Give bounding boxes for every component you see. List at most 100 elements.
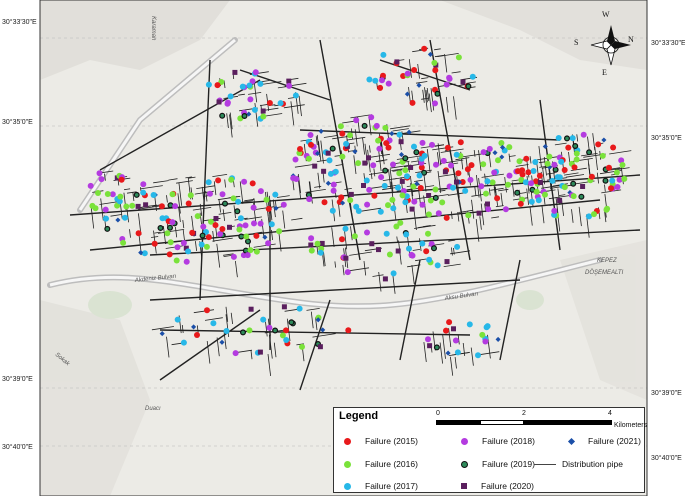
failure-marker [551, 207, 558, 214]
failure-marker [348, 191, 354, 197]
failure-marker [604, 205, 611, 212]
failure-marker [396, 131, 403, 138]
failure-marker [329, 145, 336, 152]
scale-segment [436, 420, 480, 425]
failure-marker [376, 145, 383, 152]
failure-marker [423, 248, 430, 255]
failure-marker [506, 172, 513, 179]
failure-marker [344, 269, 351, 276]
failure-marker [366, 155, 371, 161]
coord-label: 30°39'0"E [2, 375, 33, 383]
failure-marker [614, 184, 621, 190]
failure-marker [485, 206, 492, 213]
failure-marker [272, 191, 279, 198]
failure-marker [377, 208, 384, 215]
failure-marker [426, 256, 433, 263]
failure-marker [371, 192, 378, 199]
failure-marker [404, 173, 410, 180]
legend-label: Failure (2018) [482, 436, 535, 446]
failure-marker [572, 143, 579, 150]
legend-item: Failure (2021) [567, 436, 641, 446]
coord-label: 30°40'0"E [651, 454, 682, 462]
failure-marker [257, 188, 264, 195]
legend-label: Failure (2020) [481, 481, 534, 491]
failure-marker [551, 161, 558, 168]
failure-marker [343, 140, 350, 147]
failure-marker [385, 202, 391, 209]
failure-marker [203, 243, 210, 250]
legend-symbol-icon [534, 463, 556, 465]
failure-marker [382, 124, 389, 131]
failure-marker [280, 201, 287, 208]
failure-marker [427, 343, 433, 349]
failure-marker [426, 193, 432, 198]
failure-marker [240, 329, 247, 336]
failure-marker [408, 251, 415, 258]
failure-marker [532, 159, 539, 165]
legend-item: Failure (2020) [461, 481, 534, 491]
legend-label: Failure (2017) [365, 481, 418, 491]
failure-marker [552, 166, 559, 173]
failure-marker [393, 223, 400, 230]
failure-marker [214, 82, 221, 89]
failure-marker [517, 200, 524, 207]
failure-marker [475, 352, 481, 359]
failure-marker [433, 161, 439, 168]
failure-marker [425, 230, 431, 237]
failure-marker [222, 200, 229, 207]
failure-marker [395, 184, 401, 191]
failure-marker [337, 123, 344, 130]
failure-marker [376, 247, 381, 253]
failure-marker [433, 344, 440, 351]
failure-marker [164, 230, 171, 237]
failure-marker [135, 230, 142, 237]
failure-marker [465, 212, 472, 219]
failure-marker [402, 155, 409, 162]
failure-marker [265, 205, 272, 212]
failure-marker [549, 177, 556, 184]
legend-item: Distribution pipe [534, 459, 623, 469]
failure-marker [366, 76, 373, 83]
failure-marker [366, 186, 373, 193]
compass-w: W [602, 10, 610, 19]
failure-marker [464, 166, 471, 173]
legend-symbol-icon [461, 460, 468, 468]
failure-marker [379, 77, 385, 84]
failure-marker [317, 249, 324, 256]
failure-marker [442, 169, 448, 175]
failure-marker [561, 167, 568, 173]
coord-label: 30°39'0"E [651, 389, 682, 397]
failure-marker [219, 191, 226, 198]
failure-marker [321, 199, 328, 206]
failure-marker [484, 178, 491, 185]
failure-marker [404, 70, 411, 77]
failure-marker [224, 100, 231, 107]
failure-marker [606, 164, 612, 171]
failure-marker [478, 183, 485, 190]
legend-symbol-icon [461, 483, 467, 489]
failure-marker [446, 319, 453, 326]
failure-marker [89, 202, 96, 209]
coord-label: 30°35'0"E [651, 134, 682, 142]
failure-marker [257, 220, 264, 227]
failure-marker [373, 122, 380, 129]
compass-e: E [602, 68, 607, 77]
failure-marker [409, 206, 415, 212]
failure-marker [591, 211, 597, 218]
failure-marker [431, 245, 438, 252]
failure-marker [533, 188, 540, 195]
failure-marker [244, 252, 251, 259]
failure-marker [378, 174, 385, 181]
failure-marker [260, 316, 267, 323]
failure-marker [450, 184, 456, 191]
failure-marker [232, 69, 238, 75]
failure-marker [321, 168, 327, 174]
legend-label: Failure (2021) [588, 436, 641, 446]
failure-marker [389, 196, 396, 203]
failure-marker [268, 221, 275, 228]
failure-marker [135, 203, 141, 209]
failure-marker [283, 337, 290, 343]
failure-marker [185, 248, 192, 255]
failure-marker [431, 59, 438, 66]
failure-marker [216, 99, 222, 105]
